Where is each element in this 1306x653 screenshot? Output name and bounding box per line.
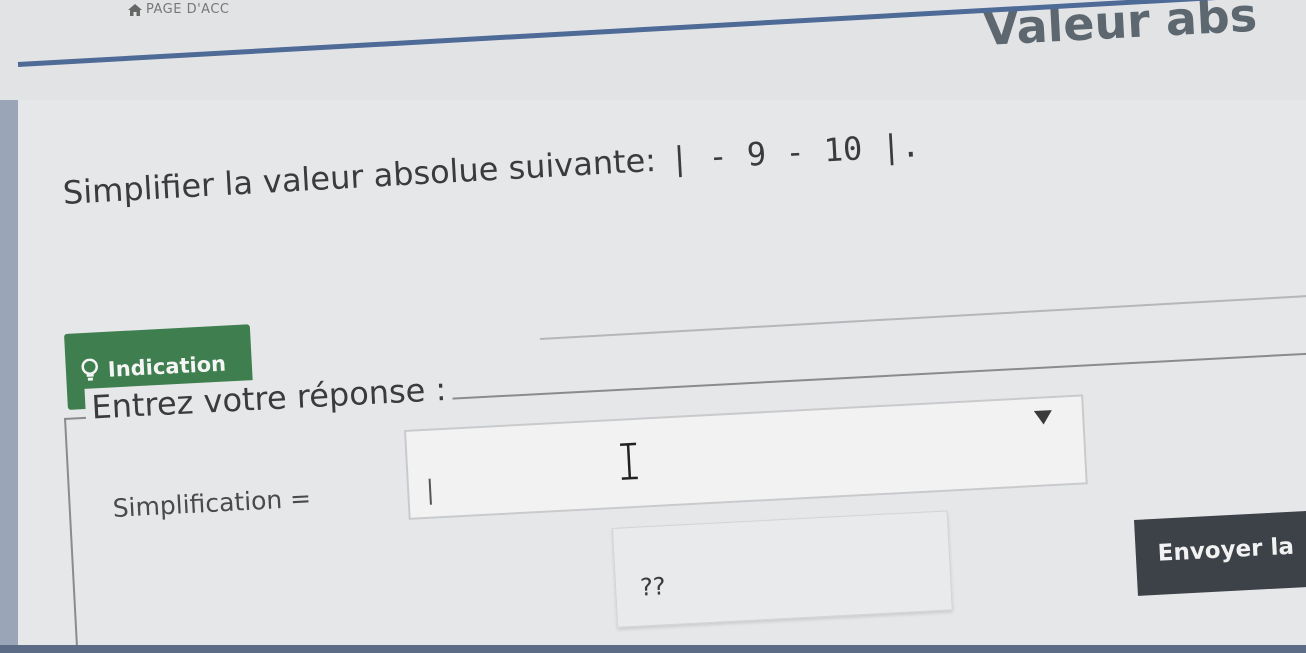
dropdown-arrow-icon[interactable] xyxy=(1033,410,1053,425)
unknown-label: ?? xyxy=(639,572,667,602)
page-left-edge xyxy=(0,100,18,653)
top-bar: PAGE D'ACC Valeur abs xyxy=(0,0,1306,100)
unknown-answer-box[interactable]: ?? xyxy=(612,510,953,628)
submit-button[interactable]: Envoyer la xyxy=(1134,510,1306,596)
home-icon xyxy=(128,3,142,16)
lightbulb-icon xyxy=(81,358,98,381)
text-cursor-icon xyxy=(620,442,638,480)
breadcrumb-label: PAGE D'ACC xyxy=(146,2,230,17)
breadcrumb[interactable]: PAGE D'ACC xyxy=(128,2,230,17)
text-caret xyxy=(428,478,432,505)
hint-label: Indication xyxy=(107,351,227,382)
page-bottom-edge xyxy=(0,645,1306,653)
